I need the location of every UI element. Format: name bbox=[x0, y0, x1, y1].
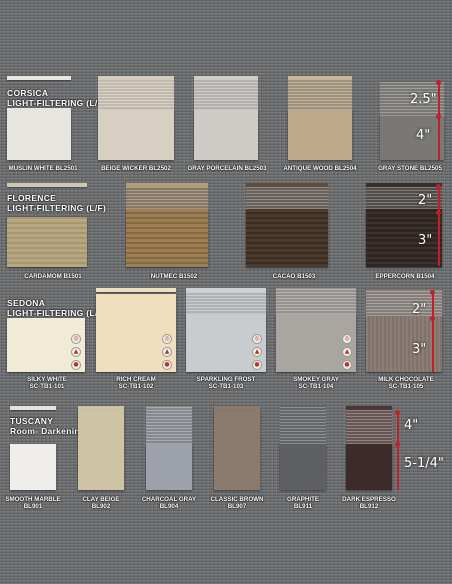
label-eppercorn: EPPERCORN B1504 bbox=[375, 273, 435, 280]
dimension-dot bbox=[436, 184, 441, 189]
feature-icon: ● bbox=[252, 360, 262, 370]
sedona-title: SEDONA LIGHT-FILTERING (L/F) bbox=[7, 298, 107, 318]
dimension-dot bbox=[436, 80, 441, 85]
feature-icon: ◎ bbox=[71, 334, 81, 344]
swatch-milk-chocolate[interactable] bbox=[366, 290, 442, 372]
swatch-beige-wicker[interactable] bbox=[98, 76, 174, 160]
label-silky-white: SILKY WHITE SC-TB1-101 bbox=[27, 376, 67, 390]
label-clay-beige: CLAY BEIGE BL902 bbox=[82, 496, 120, 510]
swatch-board: CORSICA LIGHT-FILTERING (L/F) MUSLIN WHI… bbox=[0, 0, 452, 584]
dimension-dot bbox=[430, 290, 435, 295]
dimension-corsica-bottom: 4" bbox=[416, 128, 431, 143]
label-cardamom: CARDAMOM B1501 bbox=[24, 273, 82, 280]
label-beige-wicker: BEIGE WICKER BL2502 bbox=[101, 165, 171, 172]
feature-icon: ● bbox=[342, 360, 352, 370]
feature-icon: ◎ bbox=[342, 334, 352, 344]
swatch-charcoal-gray[interactable] bbox=[146, 406, 192, 490]
dimension-dot bbox=[395, 410, 400, 415]
dimension-sedona-top: 2" bbox=[412, 302, 427, 317]
swatch-antique-wood[interactable] bbox=[288, 76, 352, 160]
label-milk-chocolate: MILK CHOCOLATE SC-TB1-105 bbox=[378, 376, 434, 390]
dimension-dot bbox=[430, 316, 435, 321]
label-charcoal-gray: CHARCOAL GRAY BL904 bbox=[141, 496, 197, 510]
label-cacao: CACAO B1503 bbox=[272, 273, 316, 280]
feature-icons: ◎ ▲ ● bbox=[342, 334, 352, 373]
feature-icon: ▲ bbox=[71, 347, 81, 357]
label-gray-stone: GRAY STONE BL2505 bbox=[378, 165, 442, 172]
feature-icons: ◎ ▲ ● bbox=[252, 334, 262, 373]
swatch-gray-porcelain[interactable] bbox=[194, 76, 258, 160]
dimension-florence-top: 2" bbox=[418, 193, 433, 208]
dimension-line-corsica bbox=[438, 82, 440, 160]
label-smooth-marble: SMOOTH MARBLE BL901 bbox=[5, 496, 61, 510]
swatch-dark-espresso[interactable] bbox=[346, 406, 392, 490]
swatch-clay-beige[interactable] bbox=[78, 406, 124, 490]
label-dark-espresso: DARK ESPRESSO BL912 bbox=[342, 496, 396, 510]
swatch-classic-brown[interactable] bbox=[214, 406, 260, 490]
swatch-nutmec[interactable] bbox=[126, 183, 208, 267]
swatch-smooth-marble[interactable] bbox=[10, 406, 56, 490]
feature-icons: ◎ ▲ ● bbox=[71, 334, 81, 373]
dimension-line-tuscany bbox=[397, 412, 399, 490]
label-classic-brown: CLASSIC BROWN BL907 bbox=[210, 496, 264, 510]
dimension-tuscany-top: 4" bbox=[404, 418, 419, 433]
dimension-dot bbox=[436, 210, 441, 215]
label-sparkling-frost: SPARKLING FROST SC-TB1-103 bbox=[196, 376, 256, 390]
feature-icon: ◎ bbox=[162, 334, 172, 344]
feature-icon: ▲ bbox=[162, 347, 172, 357]
dimension-tuscany-bottom: 5-1/4" bbox=[404, 456, 444, 471]
label-rich-cream: RICH CREAM SC-TB1-102 bbox=[116, 376, 156, 390]
label-gray-porcelain: GRAY PORCELAIN BL2503 bbox=[187, 165, 267, 172]
dimension-corsica-top: 2.5" bbox=[410, 92, 437, 107]
feature-icon: ● bbox=[162, 360, 172, 370]
label-muslin-white: MUSLIN WHITE BL2501 bbox=[8, 165, 78, 172]
label-antique-wood: ANTIQUE WOOD BL2504 bbox=[283, 165, 357, 172]
dimension-sedona-bottom: 3" bbox=[412, 342, 427, 357]
dimension-line-florence bbox=[438, 186, 440, 266]
feature-icon: ● bbox=[71, 360, 81, 370]
swatch-cacao[interactable] bbox=[246, 183, 328, 267]
feature-icon: ◎ bbox=[252, 334, 262, 344]
swatch-muslin-white[interactable] bbox=[7, 76, 71, 160]
swatch-graphite[interactable] bbox=[280, 406, 326, 490]
dimension-dot bbox=[436, 114, 441, 119]
swatch-cardamom[interactable] bbox=[7, 183, 87, 267]
label-nutmec: NUTMEC B1502 bbox=[150, 273, 198, 280]
dimension-florence-bottom: 3" bbox=[418, 233, 433, 248]
feature-icons: ◎ ▲ ● bbox=[162, 334, 172, 373]
label-smokey-gray: SMOKEY GRAY SC-TB1-104 bbox=[293, 376, 339, 390]
feature-icon: ▲ bbox=[252, 347, 262, 357]
label-graphite: GRAPHITE BL911 bbox=[287, 496, 319, 510]
feature-icon: ▲ bbox=[342, 347, 352, 357]
dimension-dot bbox=[395, 442, 400, 447]
dimension-line-sedona bbox=[432, 292, 434, 372]
